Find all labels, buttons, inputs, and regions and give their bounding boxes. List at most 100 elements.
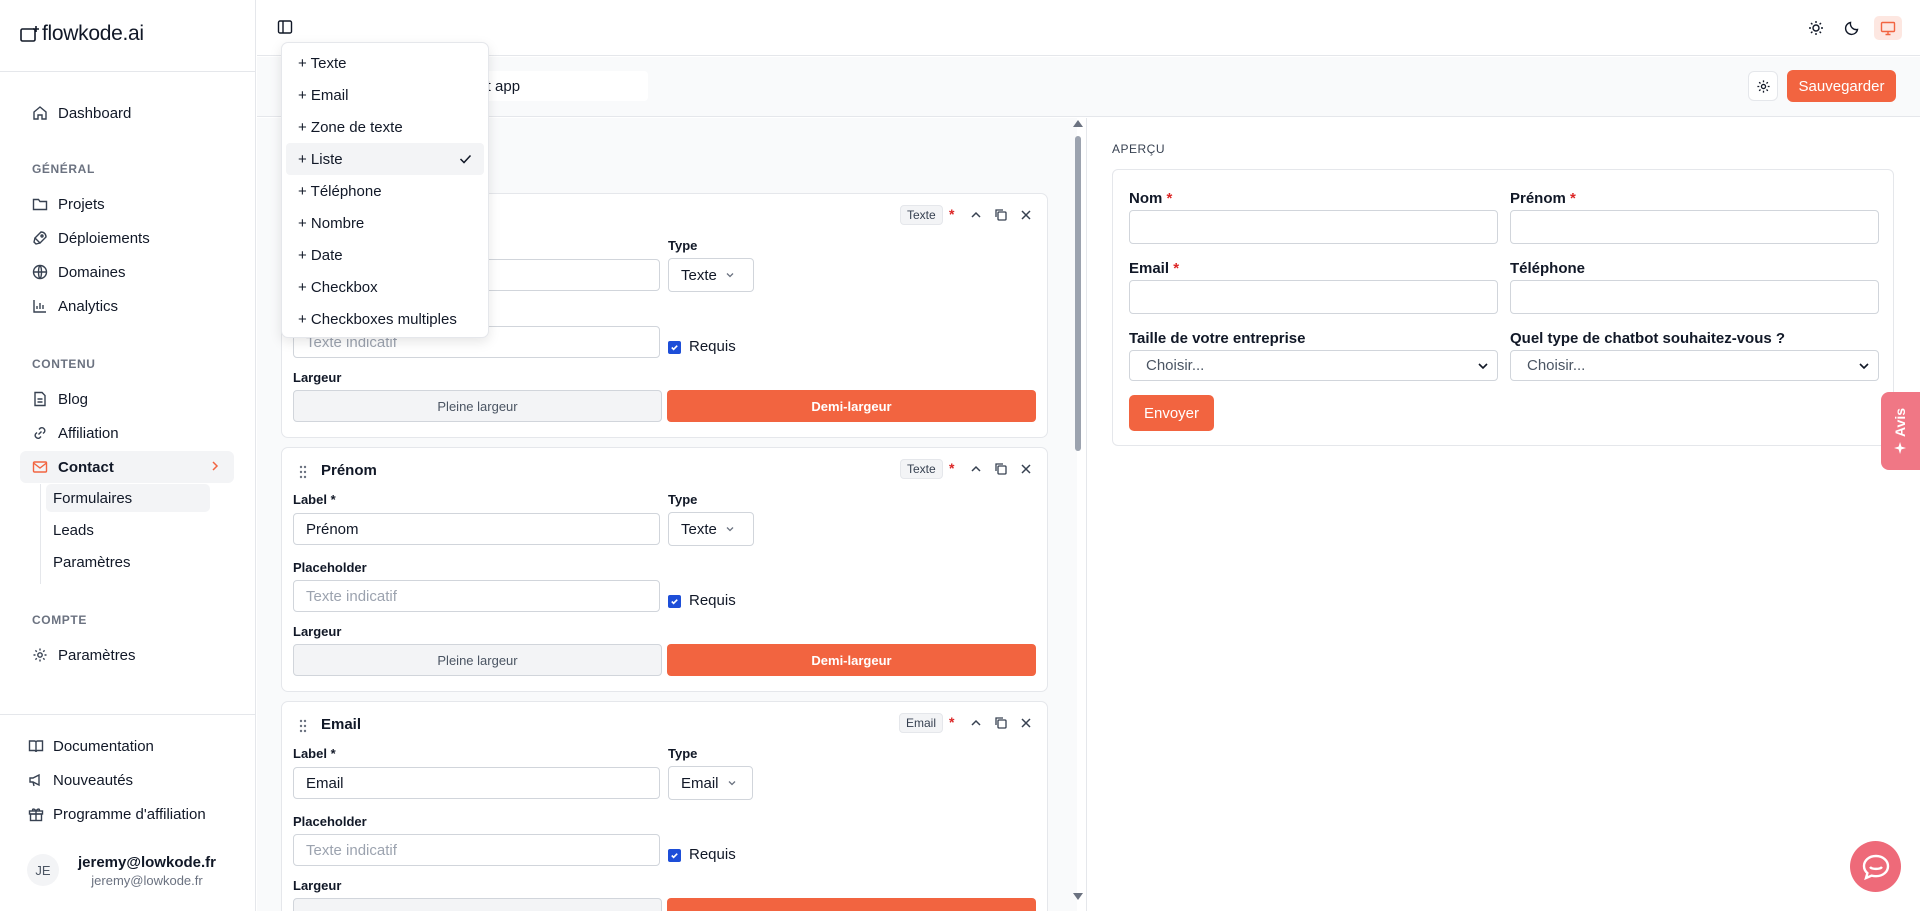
menu-item-zone-de-texte[interactable]: + Zone de texte	[286, 111, 484, 143]
width-label: Largeur	[293, 624, 342, 639]
feedback-tab[interactable]: Avis	[1881, 392, 1920, 470]
label-text: Email	[1129, 260, 1170, 277]
preview-prenom-input[interactable]	[1510, 210, 1879, 244]
drag-handle-icon[interactable]	[299, 465, 307, 479]
menu-item-telephone[interactable]: + Téléphone	[286, 175, 484, 207]
preview-chatbot-select[interactable]: Choisir...	[1510, 350, 1879, 381]
dark-theme-button[interactable]	[1838, 16, 1866, 40]
form-settings-button[interactable]	[1748, 71, 1778, 101]
move-up-icon[interactable]	[969, 462, 983, 476]
half-width-button[interactable]: Demi-largeur	[667, 644, 1036, 676]
placeholder-input[interactable]: Texte indicatif	[293, 834, 660, 866]
feedback-tab-content: Avis	[1892, 407, 1909, 455]
label-label: Label *	[293, 492, 336, 507]
nav-nouveautes[interactable]: Nouveautés	[28, 767, 133, 793]
menu-item-checkboxes-multiples[interactable]: + Checkboxes multiples	[286, 303, 484, 335]
nav-contact[interactable]: Contact	[20, 451, 234, 483]
nav-label: Blog	[58, 390, 89, 408]
preview-submit-button[interactable]: Envoyer	[1129, 395, 1214, 431]
section-account: COMPTE	[32, 613, 87, 627]
chat-widget-button[interactable]	[1850, 841, 1901, 892]
half-width-button[interactable]	[667, 898, 1036, 911]
label-input[interactable]: Prénom	[293, 513, 660, 545]
preview-telephone-input[interactable]	[1510, 280, 1879, 314]
move-up-icon[interactable]	[969, 208, 983, 222]
type-label: Type	[668, 238, 698, 253]
half-width-button[interactable]: Demi-largeur	[667, 390, 1036, 422]
book-icon	[28, 740, 44, 753]
required-marker: *	[1173, 260, 1180, 277]
select-value: Choisir...	[1146, 357, 1205, 374]
bar-chart-icon	[33, 300, 46, 313]
move-up-icon[interactable]	[969, 716, 983, 730]
chevron-down-icon	[726, 527, 734, 532]
chevron-down-icon	[1478, 363, 1488, 370]
required-checkbox[interactable]	[668, 341, 681, 354]
preview-email-input[interactable]	[1129, 280, 1498, 314]
nav-affiliation[interactable]: Affiliation	[20, 417, 234, 449]
preview-heading: APERÇU	[1112, 142, 1166, 156]
light-theme-button[interactable]	[1802, 16, 1830, 40]
avatar[interactable]: JE	[27, 854, 59, 886]
menu-item-texte[interactable]: + Texte	[286, 47, 484, 79]
subnav-leads[interactable]: Leads	[46, 516, 210, 544]
feedback-tab-label: Avis	[1892, 407, 1909, 438]
preview-taille-select[interactable]: Choisir...	[1129, 350, 1498, 381]
close-icon[interactable]	[1019, 208, 1033, 222]
scroll-down-arrow-icon[interactable]	[1073, 893, 1083, 900]
menu-item-nombre[interactable]: + Nombre	[286, 207, 484, 239]
type-select[interactable]: Texte	[668, 512, 754, 546]
sidebar-toggle-button[interactable]	[277, 19, 293, 35]
logo-divider	[0, 71, 256, 72]
subnav-parametres[interactable]: Paramètres	[46, 548, 210, 576]
sidebar: flowkode.ai Dashboard GÉNÉRAL Projets Dé…	[0, 0, 256, 911]
full-width-button[interactable]: Pleine largeur	[293, 390, 662, 422]
gear-icon	[1756, 79, 1770, 93]
menu-item-checkbox[interactable]: + Checkbox	[286, 271, 484, 303]
required-marker: *	[949, 460, 955, 476]
nav-dashboard[interactable]: Dashboard	[20, 97, 234, 129]
nav-blog[interactable]: Blog	[20, 383, 234, 415]
required-label: Requis	[689, 592, 736, 609]
nav-parametres[interactable]: Paramètres	[20, 639, 234, 671]
type-select[interactable]: Email	[668, 766, 753, 800]
preview-label-chatbot: Quel type de chatbot souhaitez-vous ?	[1510, 330, 1786, 347]
nav-label: Programme d'affiliation	[53, 805, 206, 823]
drag-handle-icon[interactable]	[299, 719, 307, 733]
gear-icon	[33, 648, 47, 662]
label-input[interactable]: Email	[293, 767, 660, 799]
save-button[interactable]: Sauvegarder	[1787, 70, 1896, 102]
field-title: Prénom	[321, 462, 377, 479]
duplicate-icon[interactable]	[994, 716, 1008, 730]
close-icon[interactable]	[1019, 716, 1033, 730]
placeholder-input[interactable]: Texte indicatif	[293, 580, 660, 612]
subnav-formulaires[interactable]: Formulaires	[46, 484, 210, 512]
required-checkbox[interactable]	[668, 849, 681, 862]
type-select[interactable]: Texte	[668, 258, 754, 292]
menu-item-date[interactable]: + Date	[286, 239, 484, 271]
close-icon[interactable]	[1019, 462, 1033, 476]
duplicate-icon[interactable]	[994, 462, 1008, 476]
width-label: Largeur	[293, 878, 342, 893]
menu-item-liste[interactable]: + Liste	[286, 143, 484, 175]
preview-label-prenom: Prénom *	[1510, 190, 1576, 207]
scrollbar-thumb[interactable]	[1075, 136, 1081, 451]
chevron-down-icon	[726, 273, 734, 278]
nav-domaines[interactable]: Domaines	[20, 256, 234, 288]
monitor-icon	[1880, 21, 1896, 36]
full-width-button[interactable]	[293, 898, 662, 911]
nav-deploiements[interactable]: Déploiements	[20, 222, 234, 254]
nav-projets[interactable]: Projets	[20, 188, 234, 220]
label-label: Label *	[293, 746, 336, 761]
duplicate-icon[interactable]	[994, 208, 1008, 222]
nav-programme-affiliation[interactable]: Programme d'affiliation	[28, 801, 206, 827]
required-checkbox[interactable]	[668, 595, 681, 608]
scroll-up-arrow-icon[interactable]	[1073, 120, 1083, 127]
preview-nom-input[interactable]	[1129, 210, 1498, 244]
brand-logo[interactable]: flowkode.ai	[20, 22, 144, 46]
nav-analytics[interactable]: Analytics	[20, 290, 234, 322]
full-width-button[interactable]: Pleine largeur	[293, 644, 662, 676]
system-theme-button[interactable]	[1874, 16, 1902, 40]
nav-documentation[interactable]: Documentation	[28, 733, 154, 759]
menu-item-email[interactable]: + Email	[286, 79, 484, 111]
